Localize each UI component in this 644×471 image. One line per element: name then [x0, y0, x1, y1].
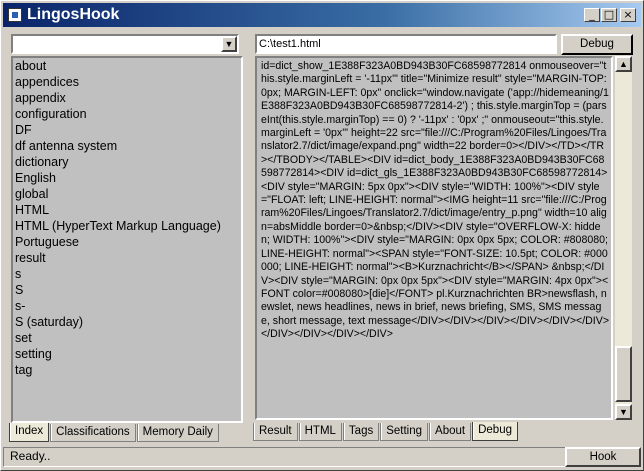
list-item[interactable]: s-	[13, 298, 241, 314]
window-title: LingosHook	[27, 6, 120, 23]
list-item[interactable]: configuration	[13, 106, 241, 122]
maximize-button[interactable]: □	[601, 8, 617, 22]
tab-memory-daily[interactable]: Memory Daily	[136, 424, 219, 442]
list-item[interactable]: appendix	[13, 90, 241, 106]
list-item[interactable]: appendices	[13, 74, 241, 90]
main-window: LingosHook _ □ × ▼ about appendices append…	[0, 0, 644, 471]
scroll-thumb[interactable]	[615, 346, 632, 402]
debug-button[interactable]: Debug	[561, 34, 633, 55]
list-item[interactable]: HTML	[13, 202, 241, 218]
list-item[interactable]: HTML (HyperText Markup Language)	[13, 218, 241, 234]
scroll-up-icon[interactable]: ▲	[615, 56, 632, 72]
list-item[interactable]: Portuguese	[13, 234, 241, 250]
left-tab-bar: Index Classifications Memory Daily	[9, 423, 220, 443]
tab-tags[interactable]: Tags	[342, 423, 380, 441]
list-item[interactable]: set	[13, 330, 241, 346]
tab-debug[interactable]: Debug	[472, 422, 518, 441]
list-item[interactable]: about	[13, 58, 241, 74]
tab-index[interactable]: Index	[9, 423, 50, 442]
list-item[interactable]: global	[13, 186, 241, 202]
word-combobox[interactable]: ▼	[11, 34, 239, 54]
list-item[interactable]: setting	[13, 346, 241, 362]
list-item[interactable]: DF	[13, 122, 241, 138]
tab-setting[interactable]: Setting	[380, 423, 429, 441]
file-path-field[interactable]: C:\test1.html	[255, 34, 557, 54]
tab-result[interactable]: Result	[253, 423, 298, 441]
tab-html[interactable]: HTML	[298, 423, 342, 441]
scroll-down-icon[interactable]: ▼	[615, 404, 632, 420]
right-tab-bar: Result HTML Tags Setting About Debug	[253, 422, 519, 442]
list-item[interactable]: S (saturday)	[13, 314, 241, 330]
list-item[interactable]: English	[13, 170, 241, 186]
status-text: Ready..	[3, 447, 586, 467]
debug-content[interactable]: id=dict_show_1E388F323A0BD943B30FC685987…	[255, 56, 613, 420]
list-item[interactable]: tag	[13, 362, 241, 378]
list-item[interactable]: result	[13, 250, 241, 266]
minimize-button[interactable]: _	[584, 8, 600, 22]
tab-classifications[interactable]: Classifications	[50, 424, 136, 442]
list-item[interactable]: dictionary	[13, 154, 241, 170]
word-list[interactable]: about appendices appendix configuration DF df…	[11, 56, 243, 423]
list-item[interactable]: df antenna system	[13, 138, 241, 154]
close-button[interactable]: ×	[620, 8, 636, 22]
tab-about[interactable]: About	[429, 423, 472, 441]
vertical-scrollbar[interactable]: ▲ ▼	[615, 56, 632, 420]
hook-button[interactable]: Hook	[565, 447, 641, 467]
list-item[interactable]: s	[13, 266, 241, 282]
title-bar[interactable]: LingosHook _ □ ×	[3, 3, 641, 27]
list-item[interactable]: S	[13, 282, 241, 298]
app-icon[interactable]	[8, 8, 22, 22]
chevron-down-icon[interactable]: ▼	[221, 36, 237, 52]
